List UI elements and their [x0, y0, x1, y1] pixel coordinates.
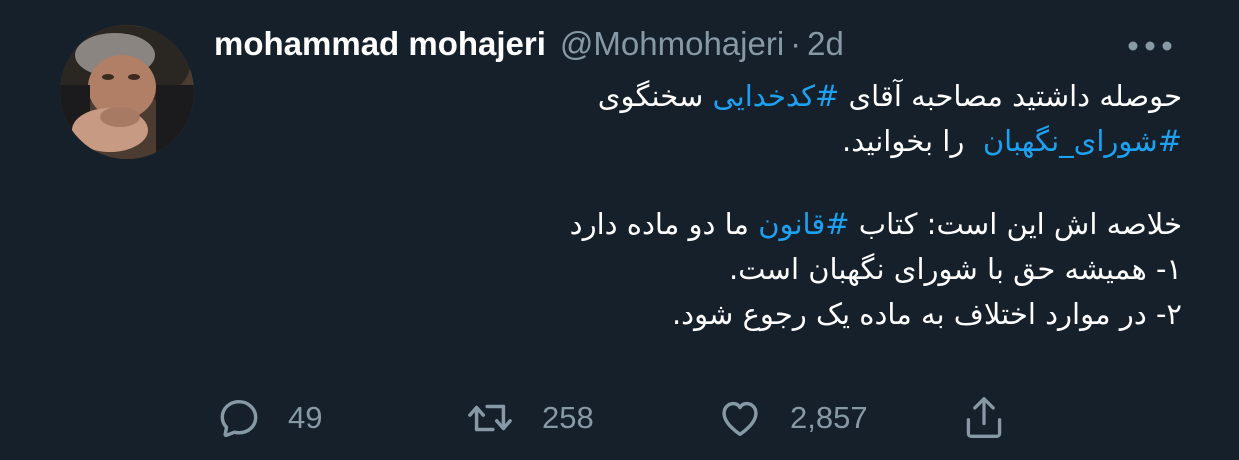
tweet-text-segment: سخنگوی [597, 79, 713, 113]
reply-count: 49 [288, 400, 323, 435]
author-display-name[interactable]: mohammad mohajeri [214, 25, 546, 63]
avatar[interactable] [60, 25, 194, 159]
reply-button[interactable]: 49 [216, 388, 322, 448]
tweet-text-segment: حوصله داشتید مصاحبه آقای [839, 79, 1182, 113]
tweet-text-segment: ما دو ماده دارد [569, 207, 759, 241]
hashtag-link[interactable]: #قانون [758, 207, 849, 241]
reply-icon [216, 395, 262, 441]
retweet-count: 258 [542, 400, 594, 435]
tweet-line-2: #شورای_نگهبان را بخوانید. [214, 119, 1182, 164]
tweet-text-segment: خلاصه اش این است: کتاب [849, 207, 1182, 241]
tweet-text: حوصله داشتید مصاحبه آقای #کدخدایی سخنگوی… [214, 74, 1182, 337]
hashtag-link[interactable]: #شورای_نگهبان [983, 124, 1182, 158]
retweet-button[interactable]: 258 [464, 388, 594, 448]
tweet-text-segment: را بخوانید. [842, 124, 983, 158]
share-button[interactable] [962, 388, 1006, 448]
tweet-line-1: حوصله داشتید مصاحبه آقای #کدخدایی سخنگوی [214, 74, 1182, 119]
tweet-line-4: ۱- همیشه حق با شورای نگهبان است. [728, 252, 1182, 286]
more-dots-icon [1127, 40, 1173, 52]
tweet-actions: 49 258 2,857 [0, 388, 1239, 448]
tweet-line-3: خلاصه اش این است: کتاب #قانون ما دو ماده… [214, 202, 1182, 247]
share-icon [962, 394, 1006, 442]
like-count: 2,857 [790, 400, 868, 435]
retweet-icon [464, 395, 516, 441]
like-button[interactable]: 2,857 [716, 388, 868, 448]
tweet-line-5: ۲- در موارد اختلاف به ماده یک رجوع شود. [671, 297, 1182, 331]
author-handle[interactable]: @Mohmohajeri [560, 25, 784, 63]
hashtag-link[interactable]: #کدخدایی [712, 79, 839, 113]
tweet: mohammad mohajeri @Mohmohajeri · 2d حوصل… [0, 0, 1239, 460]
more-options-button[interactable] [1120, 26, 1180, 66]
tweet-header: mohammad mohajeri @Mohmohajeri · 2d [214, 22, 844, 66]
tweet-timestamp[interactable]: 2d [807, 25, 844, 63]
heart-icon [716, 395, 764, 441]
header-separator: · [790, 25, 802, 62]
